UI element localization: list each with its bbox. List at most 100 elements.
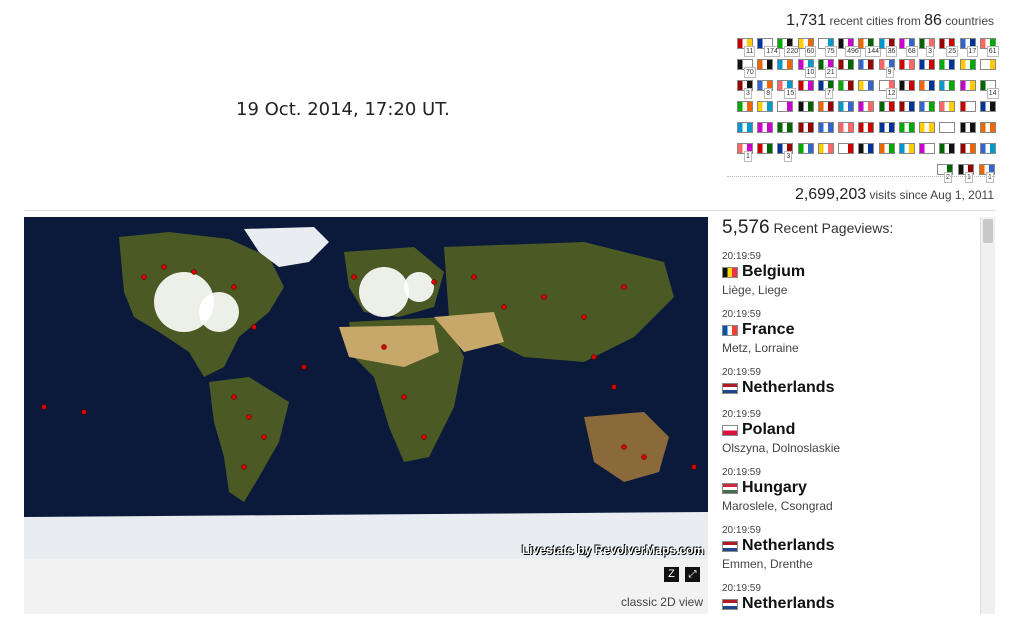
flag-cell[interactable] — [919, 122, 936, 142]
flag-cell[interactable] — [736, 101, 754, 121]
feed-title: 5,576 Recent Pageviews: — [722, 217, 980, 239]
flag-cell[interactable] — [757, 101, 774, 121]
world-map[interactable]: Livestats by RevolverMaps.com — [24, 217, 708, 559]
flag-cell[interactable] — [959, 101, 977, 121]
flag-cell[interactable] — [817, 122, 835, 142]
flag-row: 11 174 220 60 75 496 144 36 68 3 25 17 61 — [736, 38, 999, 58]
flag-cell[interactable] — [959, 59, 977, 79]
flag-cell[interactable]: 17 — [959, 38, 979, 58]
flag-cell[interactable]: 3 — [736, 80, 754, 100]
flag-cell[interactable] — [878, 143, 896, 163]
entry-place: Olszyna, Dolnoslaskie — [722, 441, 841, 455]
flag-cell[interactable]: 12 — [878, 80, 898, 100]
flag-cell[interactable] — [939, 59, 956, 79]
zoom-button[interactable]: Z — [664, 567, 679, 582]
flag-cell[interactable] — [939, 122, 956, 142]
flag-cell[interactable]: 10 — [797, 59, 817, 79]
flag-cell[interactable]: 2 — [937, 164, 955, 184]
flag-cell[interactable] — [898, 101, 916, 121]
flag-cell[interactable]: 1 — [736, 143, 754, 163]
flag-cell[interactable] — [777, 59, 794, 79]
flag-cell[interactable]: 61 — [979, 38, 999, 58]
map-watermark[interactable]: Livestats by RevolverMaps.com — [522, 543, 704, 557]
flag-cell[interactable]: 11 — [736, 38, 756, 58]
flag-icon — [757, 101, 774, 112]
flag-cell[interactable]: 174 — [757, 38, 780, 58]
flag-icon — [919, 59, 936, 70]
flag-cell[interactable] — [898, 122, 916, 142]
flag-cell[interactable] — [959, 80, 977, 100]
flag-count: 3 — [743, 88, 752, 99]
flag-cell[interactable] — [838, 122, 855, 142]
flag-cell[interactable] — [838, 80, 855, 100]
flag-cell[interactable] — [797, 122, 815, 142]
flag-cell[interactable]: 1 — [958, 164, 976, 184]
flag-cell[interactable] — [858, 143, 875, 163]
flag-cell[interactable] — [878, 101, 896, 121]
flag-cell[interactable] — [919, 80, 936, 100]
flag-cell[interactable]: 9 — [878, 59, 896, 79]
flag-cell[interactable]: 7 — [817, 80, 835, 100]
flag-cell[interactable] — [757, 122, 774, 142]
timestamp: 19 Oct. 2014, 17:20 UT. — [236, 99, 450, 120]
flag-cell[interactable] — [898, 80, 916, 100]
flag-cell[interactable] — [959, 143, 977, 163]
flag-cell[interactable] — [858, 80, 875, 100]
flag-cell[interactable] — [797, 101, 815, 121]
flag-count: 15 — [784, 88, 797, 99]
flag-cell[interactable]: 3 — [777, 143, 794, 163]
flag-cell[interactable] — [878, 122, 896, 142]
flag-cell[interactable] — [898, 143, 916, 163]
flag-cell[interactable] — [979, 143, 997, 163]
flag-cell[interactable] — [979, 101, 997, 121]
classic-view-link[interactable]: classic 2D view — [621, 595, 703, 609]
flag-cell[interactable] — [838, 59, 855, 79]
flag-cell[interactable]: 70 — [736, 59, 756, 79]
flag-cell[interactable] — [919, 59, 936, 79]
flag-cell[interactable] — [736, 122, 754, 142]
feed-scrollbar[interactable] — [980, 217, 995, 614]
flag-icon — [898, 122, 915, 133]
flag-cell[interactable] — [939, 80, 956, 100]
flag-cell[interactable] — [817, 101, 835, 121]
flag-cell[interactable] — [838, 143, 855, 163]
flag-cell[interactable]: 1 — [979, 164, 997, 184]
flag-cell[interactable]: 8 — [757, 80, 774, 100]
flag-cell[interactable]: 3 — [919, 38, 936, 58]
flag-cell[interactable] — [817, 143, 835, 163]
flag-cell[interactable] — [858, 101, 875, 121]
entry-country: France — [722, 321, 980, 339]
fullscreen-icon[interactable]: ⤢ — [685, 567, 700, 582]
flag-cell[interactable] — [979, 122, 997, 142]
flag-cell[interactable]: 144 — [858, 38, 882, 58]
flag-cell[interactable]: 68 — [898, 38, 918, 58]
flag-cell[interactable] — [939, 101, 956, 121]
flag-cell[interactable] — [919, 143, 936, 163]
flag-cell[interactable] — [919, 101, 936, 121]
flag-cell[interactable] — [797, 143, 815, 163]
flag-cell[interactable] — [898, 59, 916, 79]
scrollbar-thumb[interactable] — [983, 219, 993, 243]
feed-entry: 20:19:59 Poland Olszyna, Dolnoslaskie — [722, 409, 980, 455]
flag-cell[interactable] — [858, 59, 875, 79]
flag-cell[interactable]: 15 — [777, 80, 797, 100]
flag-cell[interactable] — [757, 59, 774, 79]
flag-cell[interactable] — [939, 143, 956, 163]
flag-cell[interactable] — [858, 122, 875, 142]
flag-cell[interactable] — [797, 80, 815, 100]
flag-icon — [898, 59, 915, 70]
flag-cell[interactable]: 75 — [817, 38, 837, 58]
flag-cell[interactable] — [777, 122, 794, 142]
flag-cell[interactable]: 36 — [878, 38, 898, 58]
flag-cell[interactable] — [777, 101, 794, 121]
flag-cell[interactable]: 220 — [777, 38, 801, 58]
flag-cell[interactable] — [838, 101, 855, 121]
flag-cell[interactable]: 14 — [979, 80, 999, 100]
flag-cell[interactable] — [959, 122, 977, 142]
flag-cell[interactable] — [757, 143, 774, 163]
flag-cell[interactable]: 496 — [838, 38, 861, 58]
flag-cell[interactable]: 25 — [939, 38, 959, 58]
flag-cell[interactable]: 21 — [817, 59, 837, 79]
flag-cell[interactable] — [979, 59, 997, 79]
flag-cell[interactable]: 60 — [797, 38, 817, 58]
